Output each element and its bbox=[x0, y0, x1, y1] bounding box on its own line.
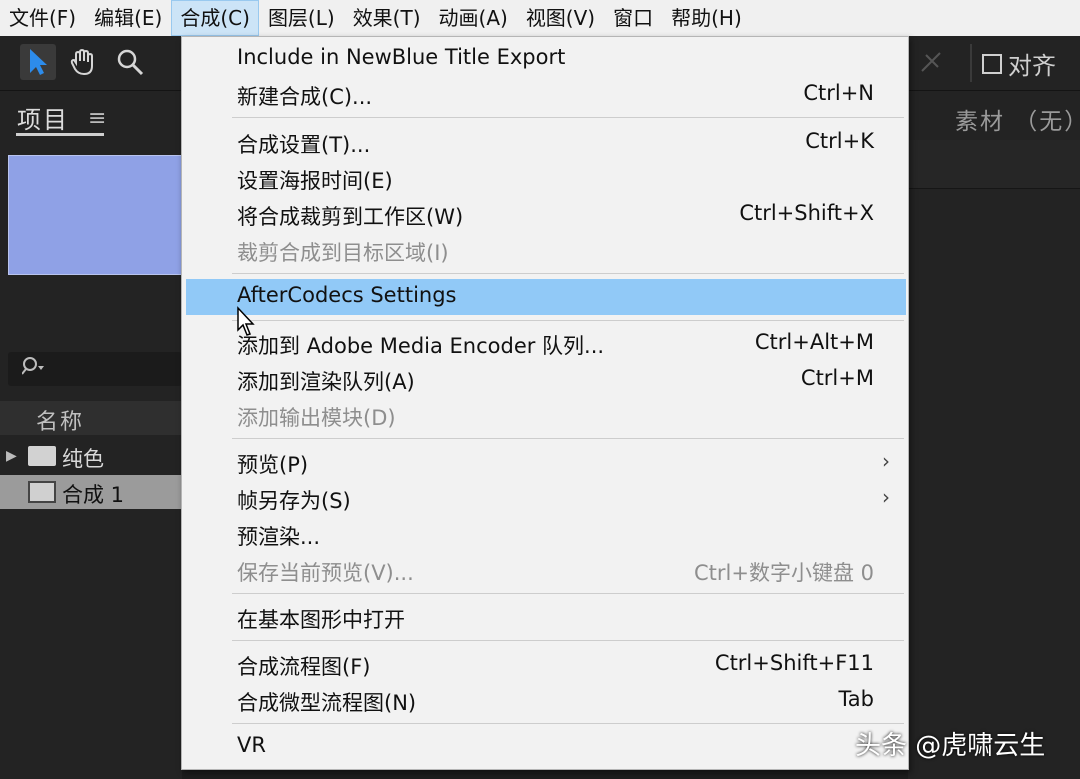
menu-file[interactable]: 文件(F) bbox=[0, 0, 85, 36]
menu-item-label: 预览(P) bbox=[237, 453, 309, 477]
menu-separator bbox=[232, 320, 904, 321]
menu-effect[interactable]: 效果(T) bbox=[344, 0, 430, 36]
menu-item-crop-to-region: 裁剪合成到目标区域(I) bbox=[182, 233, 908, 269]
menu-item-preview[interactable]: 预览(P) › bbox=[182, 445, 908, 481]
menu-item-vr[interactable]: VR bbox=[182, 729, 908, 765]
toolbar-separator bbox=[970, 44, 972, 82]
folder-icon bbox=[28, 446, 56, 466]
menu-item-shortcut: Ctrl+N bbox=[803, 81, 874, 105]
menu-item-composition-flowchart[interactable]: 合成流程图(F) Ctrl+Shift+F11 bbox=[182, 647, 908, 683]
footage-panel-header bbox=[908, 140, 1080, 189]
menu-view[interactable]: 视图(V) bbox=[517, 0, 604, 36]
footage-panel-label[interactable]: 素材 （无） bbox=[955, 102, 1080, 136]
menu-item-save-frame-as[interactable]: 帧另存为(S) › bbox=[182, 481, 908, 517]
menu-animation[interactable]: 动画(A) bbox=[430, 0, 517, 36]
menu-layer[interactable]: 图层(L) bbox=[259, 0, 344, 36]
menu-edit[interactable]: 编辑(E) bbox=[85, 0, 171, 36]
menu-separator bbox=[232, 640, 904, 641]
menu-item-shortcut: Ctrl+K bbox=[805, 129, 874, 153]
menu-window[interactable]: 窗口 bbox=[604, 0, 662, 36]
menu-item-shortcut: Ctrl+M bbox=[800, 366, 874, 390]
menu-item-add-output-module: 添加输出模块(D) bbox=[182, 398, 908, 434]
menu-item-label: 将合成裁剪到工作区(W) bbox=[237, 205, 464, 229]
menu-item-label: 保存当前预览(V)... bbox=[237, 561, 414, 585]
menu-item-aftercodecs-settings[interactable]: AfterCodecs Settings bbox=[186, 279, 906, 315]
expand-triangle-icon[interactable]: ▶ bbox=[6, 448, 17, 464]
menu-item-save-current-preview: 保存当前预览(V)... Ctrl+数字小键盘 0 bbox=[182, 553, 908, 589]
column-name-label[interactable]: 名称 bbox=[36, 404, 84, 436]
menu-item-newblue-export[interactable]: Include in NewBlue Title Export bbox=[182, 41, 908, 77]
composition-icon bbox=[28, 481, 56, 503]
menu-composition[interactable]: 合成(C) bbox=[171, 0, 259, 36]
tab-project[interactable]: 项目 bbox=[17, 100, 69, 135]
submenu-arrow-icon: › bbox=[882, 449, 890, 473]
menu-item-label: 设置海报时间(E) bbox=[237, 169, 393, 193]
menu-item-label: 合成流程图(F) bbox=[237, 655, 371, 679]
tab-underline bbox=[16, 133, 104, 136]
menu-item-label: 裁剪合成到目标区域(I) bbox=[237, 241, 449, 265]
menu-separator bbox=[232, 273, 904, 274]
menu-item-shortcut: Ctrl+数字小键盘 0 bbox=[694, 561, 874, 585]
menu-item-label: VR bbox=[237, 733, 266, 757]
search-icon[interactable] bbox=[21, 356, 48, 383]
menu-item-set-poster-time[interactable]: 设置海报时间(E) bbox=[182, 161, 908, 197]
composition-label: 合成 1 bbox=[62, 483, 125, 507]
menu-item-shortcut: Tab bbox=[838, 687, 874, 711]
menu-item-label: AfterCodecs Settings bbox=[237, 283, 457, 307]
menu-separator bbox=[232, 438, 904, 439]
menu-item-label: 添加到 Adobe Media Encoder 队列... bbox=[237, 334, 605, 358]
align-label: 对齐 bbox=[1008, 52, 1056, 80]
menu-separator bbox=[232, 117, 904, 118]
folder-label: 纯色 bbox=[62, 447, 104, 471]
composition-menu: Include in NewBlue Title Export 新建合成(C).… bbox=[181, 36, 909, 770]
menu-item-label: 帧另存为(S) bbox=[237, 489, 351, 513]
footage-panel bbox=[908, 91, 1080, 779]
menu-item-label: 合成微型流程图(N) bbox=[237, 691, 417, 715]
menu-separator bbox=[232, 593, 904, 594]
menu-item-label: Include in NewBlue Title Export bbox=[237, 45, 566, 69]
menu-item-shortcut: Ctrl+Shift+F11 bbox=[714, 651, 874, 675]
align-toggle[interactable]: 对齐 bbox=[982, 46, 1056, 81]
submenu-arrow-icon: › bbox=[882, 485, 890, 509]
hand-tool-icon[interactable] bbox=[65, 44, 101, 80]
menu-item-add-to-render-queue[interactable]: 添加到渲染队列(A) Ctrl+M bbox=[182, 362, 908, 398]
align-checkbox[interactable] bbox=[982, 53, 1002, 74]
menu-item-shortcut: Ctrl+Shift+X bbox=[739, 201, 874, 225]
menu-item-new-composition[interactable]: 新建合成(C)... Ctrl+N bbox=[182, 77, 908, 113]
menu-item-label: 添加输出模块(D) bbox=[237, 406, 396, 430]
menu-item-add-to-media-encoder[interactable]: 添加到 Adobe Media Encoder 队列... Ctrl+Alt+M bbox=[182, 326, 908, 362]
composition-thumbnail bbox=[8, 155, 185, 275]
menu-item-composition-mini-flowchart[interactable]: 合成微型流程图(N) Tab bbox=[182, 683, 908, 719]
menu-bar: 文件(F) 编辑(E) 合成(C) 图层(L) 效果(T) 动画(A) 视图(V… bbox=[0, 0, 1080, 36]
menu-item-label: 新建合成(C)... bbox=[237, 85, 373, 109]
pin-tool-icon[interactable] bbox=[913, 44, 949, 80]
menu-item-label: 合成设置(T)... bbox=[237, 133, 371, 157]
panel-menu-icon[interactable]: ≡ bbox=[88, 106, 106, 131]
zoom-tool-icon[interactable] bbox=[112, 44, 148, 80]
selection-tool-icon[interactable] bbox=[20, 44, 56, 80]
menu-item-label: 在基本图形中打开 bbox=[237, 608, 405, 632]
menu-item-shortcut: Ctrl+Alt+M bbox=[754, 330, 874, 354]
menu-item-label: 添加到渲染队列(A) bbox=[237, 370, 415, 394]
menu-separator bbox=[232, 723, 904, 724]
menu-item-trim-to-work-area[interactable]: 将合成裁剪到工作区(W) Ctrl+Shift+X bbox=[182, 197, 908, 233]
watermark: 头条 @虎啸云生 bbox=[855, 731, 1046, 761]
menu-help[interactable]: 帮助(H) bbox=[662, 0, 751, 36]
mouse-cursor-icon bbox=[236, 306, 258, 342]
menu-item-composition-settings[interactable]: 合成设置(T)... Ctrl+K bbox=[182, 125, 908, 161]
menu-item-open-in-essential-graphics[interactable]: 在基本图形中打开 bbox=[182, 600, 908, 636]
column-header[interactable] bbox=[0, 401, 182, 435]
menu-item-label: 预渲染... bbox=[237, 525, 321, 549]
menu-item-pre-render[interactable]: 预渲染... bbox=[182, 517, 908, 553]
